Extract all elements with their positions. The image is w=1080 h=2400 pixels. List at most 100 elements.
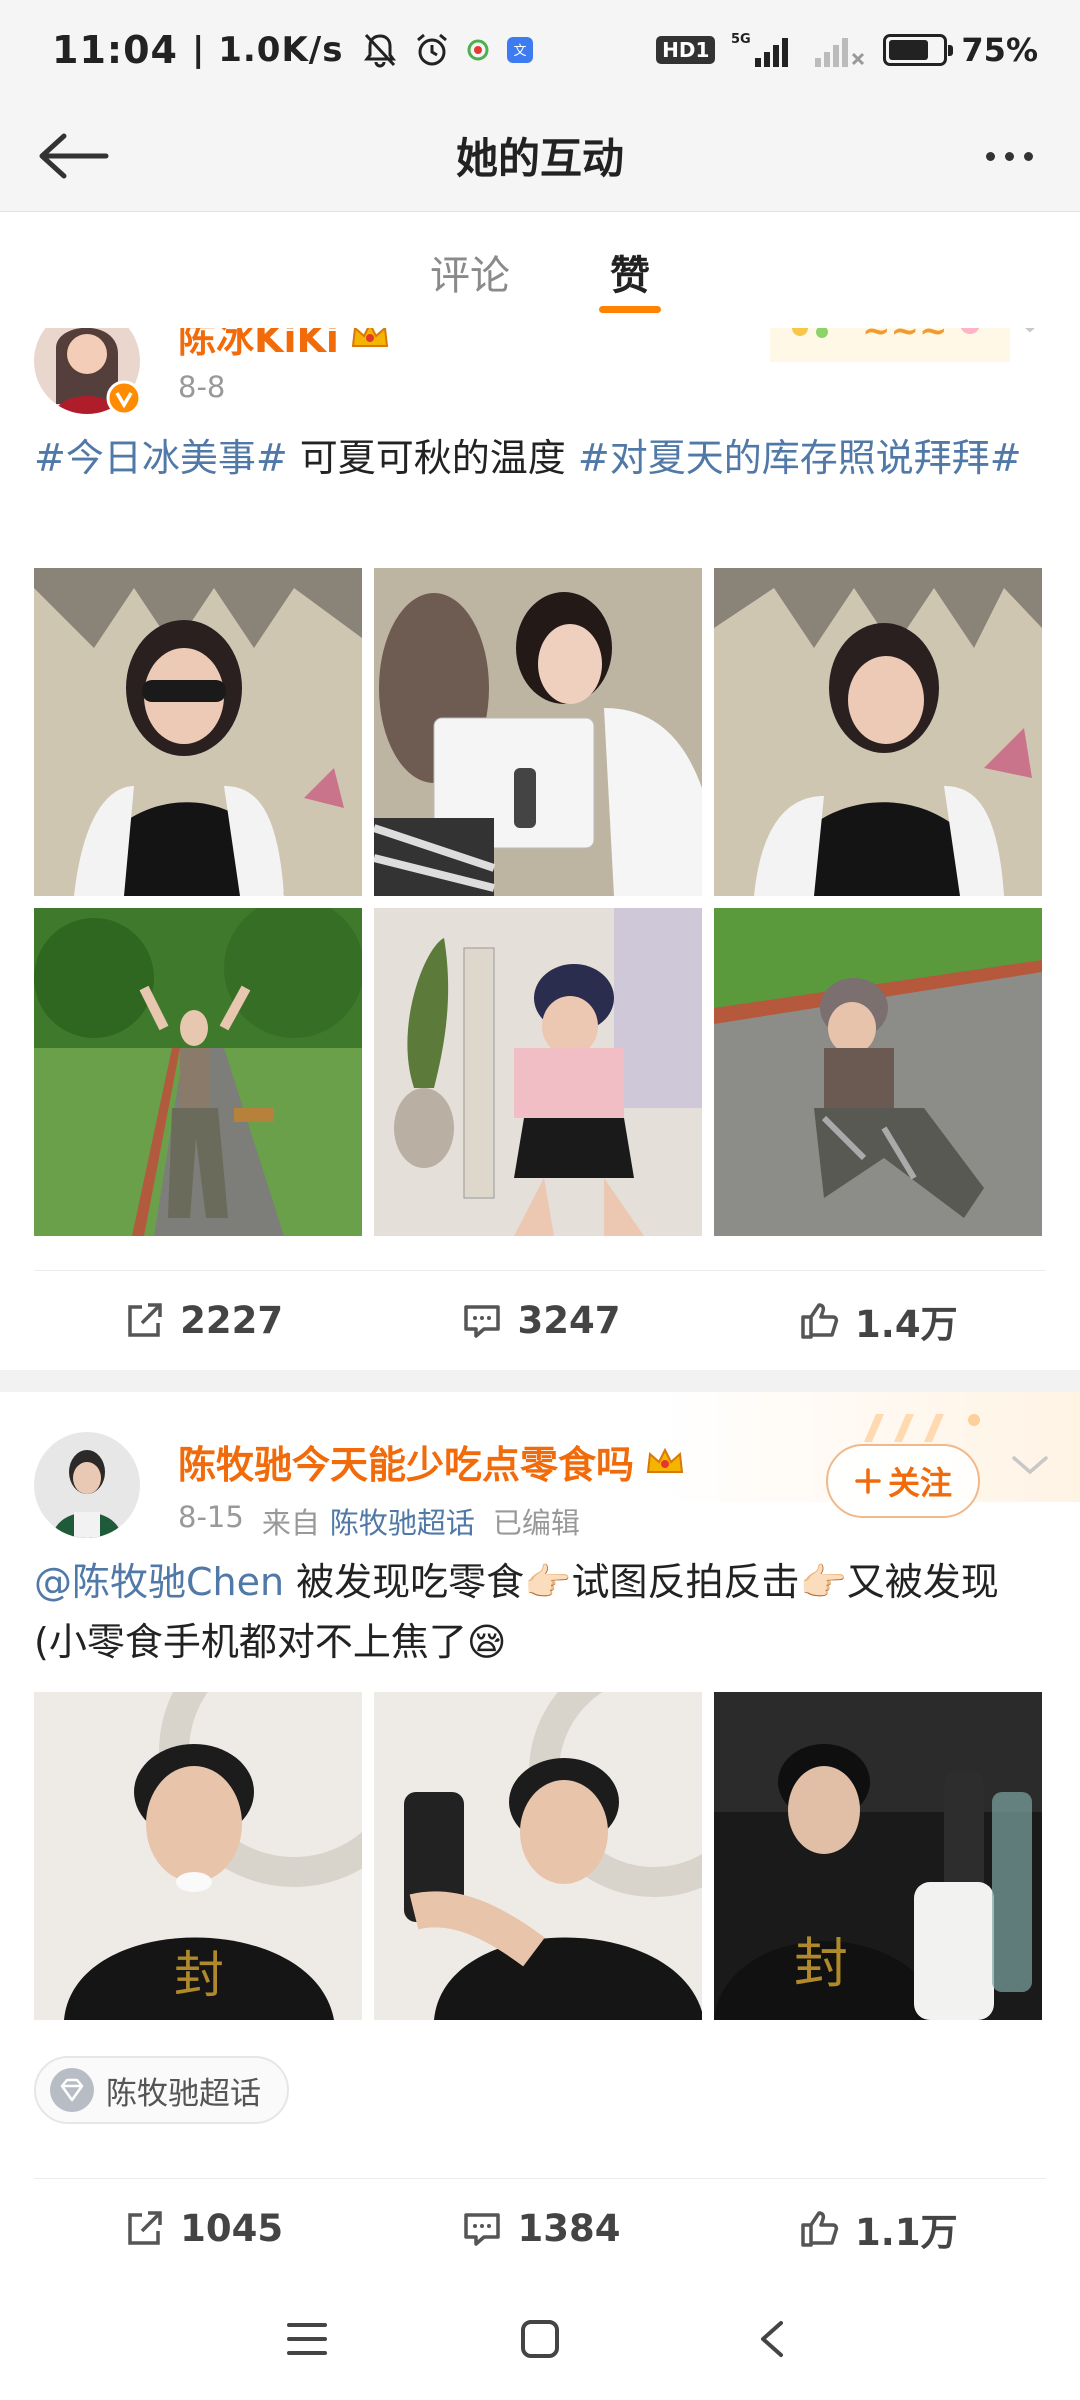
hd-badge: HD1 — [656, 36, 716, 64]
hashtag-link[interactable]: #今日冰美事# — [34, 436, 288, 480]
like-button[interactable]: 1.1万 — [709, 2202, 1046, 2256]
post-text[interactable]: @陈牧驰Chen 被发现吃零食👉🏻试图反拍反击👉🏻又被发现(小零食手机都对不上焦… — [34, 1552, 1046, 1672]
like-count: 1.4万 — [855, 1302, 958, 1346]
post-photo[interactable] — [714, 908, 1042, 1236]
status-bar: 11:04 | 1.0K/s 文 HD1 5G 75% — [0, 0, 1080, 100]
battery-icon — [883, 34, 954, 66]
battery-percent: 75% — [961, 31, 1038, 69]
post-meta: 8-15 来自 陈牧驰超话 已编辑 — [178, 1500, 580, 1542]
edited-label: 已编辑 — [492, 1506, 580, 1540]
like-button[interactable]: 1.4万 — [709, 1294, 1046, 1348]
back-chevron-icon — [761, 2321, 784, 2357]
svg-text:5G: 5G — [731, 32, 751, 47]
author-name-row[interactable]: 陈冰KiKi — [178, 328, 391, 363]
verified-badge-icon — [106, 380, 142, 416]
signal-5g-icon: 5G — [731, 32, 789, 67]
system-nav-bar — [0, 2278, 1080, 2400]
page-title: 她的互动 — [455, 134, 624, 183]
repost-count: 2227 — [180, 1299, 284, 1342]
feed[interactable]: 陈冰KiKi ~~~ 8-8 #今日冰美事# 可夏可秋的温度 #对夏天的库存照说… — [0, 328, 1080, 2278]
thumbs-up-icon — [801, 2210, 839, 2247]
plus-icon — [855, 1468, 881, 1494]
comment-count: 3247 — [517, 1299, 621, 1342]
like-count: 1.1万 — [855, 2210, 958, 2254]
back-button[interactable] — [34, 126, 114, 186]
comment-button[interactable]: 3247 — [371, 1299, 708, 1343]
post-photo[interactable]: 封 — [714, 1692, 1042, 2020]
vip-crown-icon — [646, 1447, 684, 1473]
share-icon — [128, 1302, 162, 1337]
hashtag-link[interactable]: #对夏天的库存照说拜拜# — [578, 436, 1022, 480]
supertopic-label: 陈牧驰超话 — [106, 2075, 261, 2112]
source-prefix: 来自 — [261, 1506, 320, 1540]
more-dot-icon — [985, 151, 995, 161]
system-back-button[interactable] — [743, 2309, 803, 2369]
follow-button[interactable]: 关注 — [826, 1444, 980, 1518]
svg-text:封: 封 — [794, 1932, 848, 1995]
post-meta: 8-8 — [178, 370, 225, 404]
post-text[interactable]: #今日冰美事# 可夏可秋的温度 #对夏天的库存照说拜拜# — [34, 428, 1046, 488]
title-bar: 她的互动 — [0, 100, 1080, 212]
post-photo[interactable] — [374, 1692, 702, 2020]
share-icon — [128, 2210, 162, 2245]
photo-grid: 封 封 — [34, 1692, 1046, 2020]
chevron-down-icon[interactable] — [1008, 1450, 1052, 1480]
tab-label: 评论 — [430, 253, 510, 299]
decorative-card-banner: ~~~ — [770, 328, 1010, 362]
comment-icon — [463, 1304, 500, 1338]
post-photo[interactable] — [374, 568, 702, 896]
signal-weak-icon — [815, 38, 865, 67]
more-options-button[interactable] — [966, 126, 1052, 186]
menu-button[interactable] — [277, 2309, 337, 2369]
home-button[interactable] — [510, 2309, 570, 2369]
tab-label: 赞 — [610, 253, 650, 299]
tab-comments[interactable]: 评论 — [430, 243, 510, 313]
follow-label: 关注 — [887, 1464, 952, 1502]
svg-text:~~~: ~~~ — [862, 328, 947, 351]
photo-grid — [34, 568, 1046, 1236]
thumbs-up-icon — [801, 1302, 839, 1339]
more-dot-icon — [1004, 151, 1014, 161]
app-notification-icon-2: 文 — [507, 37, 534, 63]
chevron-down-icon[interactable] — [1008, 328, 1052, 338]
author-name: 陈牧驰今天能少吃点零食吗 — [178, 1443, 635, 1487]
status-time: 11:04 — [52, 28, 178, 72]
post-photo[interactable] — [374, 908, 702, 1236]
source-link[interactable]: 陈牧驰超话 — [330, 1500, 475, 1542]
post-divider — [0, 1370, 1080, 1392]
network-speed: | 1.0K/s — [191, 30, 344, 70]
tab-likes[interactable]: 赞 — [599, 243, 661, 313]
mention-link[interactable]: @陈牧驰Chen — [34, 1560, 284, 1604]
mute-bell-icon — [364, 33, 397, 68]
menu-icon — [286, 2323, 327, 2355]
post-card[interactable]: 陈牧驰今天能少吃点零食吗 关注 8-15 来自 陈牧驰超话 已编辑 @陈牧驰Ch… — [0, 1392, 1080, 2278]
post-photo[interactable]: 封 — [34, 1692, 362, 2020]
comment-icon — [463, 2212, 500, 2246]
back-arrow-icon — [39, 133, 109, 179]
diamond-icon — [50, 2068, 94, 2112]
repost-count: 1045 — [180, 2207, 284, 2250]
post-card[interactable]: 陈冰KiKi ~~~ 8-8 #今日冰美事# 可夏可秋的温度 #对夏天的库存照说… — [0, 328, 1080, 1370]
post-photo[interactable] — [34, 908, 362, 1236]
tab-bar: 评论 赞 — [0, 213, 1080, 328]
vip-crown-icon — [351, 328, 389, 347]
more-dot-icon — [1023, 151, 1033, 161]
repost-button[interactable]: 1045 — [34, 2207, 371, 2251]
svg-text:封: 封 — [174, 1946, 224, 2004]
comment-button[interactable]: 1384 — [371, 2207, 708, 2251]
active-tab-indicator — [599, 306, 661, 313]
author-name: 陈冰KiKi — [178, 328, 339, 361]
post-photo[interactable] — [714, 568, 1042, 896]
post-actions: 1045 1384 1.1万 — [34, 2178, 1046, 2278]
post-photo[interactable] — [34, 568, 362, 896]
post-actions: 2227 3247 1.4万 — [34, 1270, 1046, 1370]
post-date: 8-15 — [178, 1500, 244, 1534]
svg-text:文: 文 — [514, 44, 527, 59]
supertopic-chip[interactable]: 陈牧驰超话 — [34, 2056, 289, 2124]
repost-button[interactable]: 2227 — [34, 1299, 371, 1343]
author-name-row[interactable]: 陈牧驰今天能少吃点零食吗 — [178, 1434, 686, 1489]
post-date: 8-8 — [178, 370, 226, 404]
post-body-text: 可夏可秋的温度 — [287, 436, 578, 480]
home-square-icon — [520, 2320, 559, 2358]
avatar[interactable] — [34, 1432, 140, 1538]
